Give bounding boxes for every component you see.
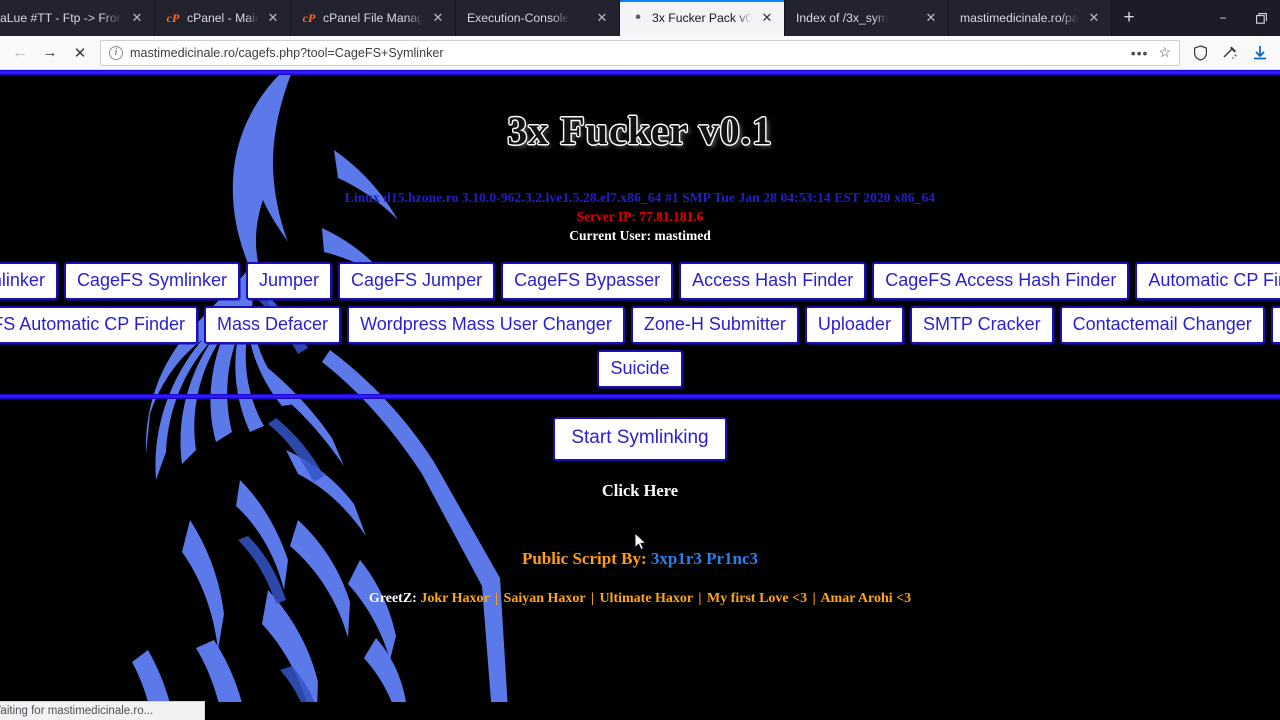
tool-button-smtp-cracker[interactable]: SMTP Cracker <box>909 306 1054 344</box>
new-tab-button[interactable]: + <box>1112 0 1146 36</box>
tool-navigation: Symlinker CageFS Symlinker Jumper CageFS… <box>0 262 1280 388</box>
server-ip: Server IP: 77.81.181.6 <box>576 209 704 224</box>
tab-title: mastimedicinale.ro/passwd. <box>960 11 1079 25</box>
credit-label: Public Script By: <box>521 549 647 568</box>
url-input[interactable]: mastimedicinale.ro/cagefs.php?tool=CageF… <box>130 46 1121 60</box>
pocket-icon[interactable] <box>1216 39 1244 67</box>
close-icon[interactable]: ✕ <box>594 10 610 26</box>
tool-button-contactemail-changer[interactable]: Contactemail Changer <box>1059 306 1265 344</box>
tab-strip: aLue #TT - Ftp -> From S ✕ cP cPanel - M… <box>0 0 1280 36</box>
browser-tab-5[interactable]: Index of /3x_sym ✕ <box>785 0 949 36</box>
download-icon[interactable] <box>1246 39 1274 67</box>
stop-button[interactable]: ✕ <box>66 39 94 67</box>
tool-button-cagefs-bypasser[interactable]: CageFS Bypasser <box>501 262 674 300</box>
close-icon[interactable]: ✕ <box>265 10 281 26</box>
current-user: Current User: mastimed <box>569 228 711 243</box>
mouse-cursor <box>634 532 647 551</box>
greetz-line: GreetZ: Jokr Haxor | Saiyan Haxor | Ulti… <box>0 591 1280 607</box>
status-bar: Waiting for mastimedicinale.ro... <box>0 701 205 720</box>
greetz-sep: | <box>698 591 702 606</box>
close-icon[interactable]: ✕ <box>129 10 145 26</box>
close-icon[interactable]: ✕ <box>923 10 939 26</box>
page-actions-icon[interactable]: ••• <box>1128 45 1152 61</box>
greetz-sep: | <box>494 591 499 606</box>
system-info: Linux d15.hzone.ro 3.10.0-962.3.2.lve1.5… <box>344 190 936 205</box>
status-text: Waiting for mastimedicinale.ro... <box>0 705 154 717</box>
browser-tab-4[interactable]: • 3x Fucker Pack v0.1 By 3x ✕ <box>620 0 785 36</box>
greetz-name-2: Ultimate Haxor <box>599 591 693 606</box>
greetz-sep: | <box>590 591 594 606</box>
restore-button[interactable] <box>1242 0 1280 36</box>
window-controls: − <box>1204 0 1280 36</box>
tool-button-cagefs-symlinker[interactable]: CageFS Symlinker <box>63 262 240 300</box>
tool-row-2: CageFS Automatic CP Finder Mass Defacer … <box>0 306 1280 344</box>
browser-tab-1[interactable]: cP cPanel - Main ✕ <box>155 0 291 36</box>
url-bar[interactable]: i mastimedicinale.ro/cagefs.php?tool=Cag… <box>100 39 1180 66</box>
tool-row-1: Symlinker CageFS Symlinker Jumper CageFS… <box>0 262 1280 300</box>
minimize-button[interactable]: − <box>1204 0 1242 36</box>
greetz-sep: | <box>812 591 816 606</box>
credit-author: 3xp1r3 Pr1nc3 <box>650 549 759 568</box>
tab-title: 3x Fucker Pack v0.1 By 3x <box>652 11 752 25</box>
close-icon[interactable]: ✕ <box>1086 10 1102 26</box>
tool-row-3: Suicide <box>0 350 1280 388</box>
click-here-link[interactable]: Click Here <box>0 481 1280 501</box>
browser-tab-0[interactable]: aLue #TT - Ftp -> From S ✕ <box>0 0 155 36</box>
browser-tab-6[interactable]: mastimedicinale.ro/passwd. ✕ <box>949 0 1112 36</box>
close-icon[interactable]: ✕ <box>430 10 446 26</box>
tab-title: aLue #TT - Ftp -> From S <box>0 11 122 25</box>
greetz-name-4: Amar Arohi <3 <box>820 591 912 606</box>
tool-button-cagefs-automatic-cp-finder[interactable]: CageFS Automatic CP Finder <box>0 306 199 344</box>
bookmark-star-icon[interactable]: ☆ <box>1158 44 1173 61</box>
tool-button-cagefs-jumper[interactable]: CageFS Jumper <box>338 262 496 300</box>
tool-button-access-hash-finder[interactable]: Access Hash Finder <box>679 262 867 300</box>
tool-button-wordpress-mass-user-changer[interactable]: Wordpress Mass User Changer <box>347 306 625 344</box>
tool-button-cagefs-access-hash-finder[interactable]: CageFS Access Hash Finder <box>872 262 1130 300</box>
navigation-toolbar: ← → ✕ i mastimedicinale.ro/cagefs.php?to… <box>0 36 1280 70</box>
browser-tab-3[interactable]: Execution-Console ✕ <box>456 0 620 36</box>
tab-title: cPanel - Main <box>187 11 258 25</box>
tool-button-suicide[interactable]: Suicide <box>597 350 683 388</box>
page-title: 3x Fucker v0.1 <box>507 108 773 153</box>
dot-icon: • <box>635 9 641 26</box>
shield-icon[interactable] <box>1186 39 1214 67</box>
tool-button-uploader[interactable]: Uploader <box>804 306 904 344</box>
greetz-label: GreetZ: <box>368 591 417 606</box>
greetz-name-1: Saiyan Haxor <box>503 591 586 606</box>
cpanel-icon: cP <box>302 10 316 25</box>
close-icon[interactable]: ✕ <box>759 10 775 26</box>
greetz-name-0: Jokr Haxor <box>420 591 490 606</box>
tool-button-about[interactable]: About <box>1270 306 1280 344</box>
page-info-icon[interactable]: i <box>109 45 123 60</box>
tab-title: Execution-Console <box>467 11 570 25</box>
tool-button-mass-defacer[interactable]: Mass Defacer <box>204 306 342 344</box>
restore-icon <box>1255 12 1267 24</box>
greetz-name-3: My first Love <3 <box>706 591 808 606</box>
start-symlinking-button[interactable]: Start Symlinking <box>553 417 727 461</box>
page-content: 3x Fucker v0.1 Linux d15.hzone.ro 3.10.0… <box>0 70 1280 702</box>
tool-button-zone-h-submitter[interactable]: Zone-H Submitter <box>630 306 799 344</box>
page-body: 3x Fucker v0.1 Linux d15.hzone.ro 3.10.0… <box>0 75 1280 388</box>
cpanel-icon: cP <box>166 10 180 25</box>
tool-button-jumper[interactable]: Jumper <box>245 262 333 300</box>
tab-title: cPanel File Manager v3 <box>323 11 423 25</box>
page-actions: Start Symlinking Click Here Public Scrip… <box>0 399 1280 607</box>
tab-title: Index of /3x_sym <box>796 11 889 25</box>
tool-button-automatic-cp-finder[interactable]: Automatic CP Finder <box>1135 262 1280 300</box>
back-button[interactable]: ← <box>6 39 34 67</box>
toolbar-icons <box>1186 39 1274 67</box>
browser-tab-2[interactable]: cP cPanel File Manager v3 ✕ <box>291 0 456 36</box>
credit-line: Public Script By: 3xp1r3 Pr1nc3 <box>0 549 1280 569</box>
tool-button-symlinker[interactable]: Symlinker <box>0 262 58 300</box>
forward-button[interactable]: → <box>36 39 64 67</box>
browser-window: aLue #TT - Ftp -> From S ✕ cP cPanel - M… <box>0 0 1280 720</box>
